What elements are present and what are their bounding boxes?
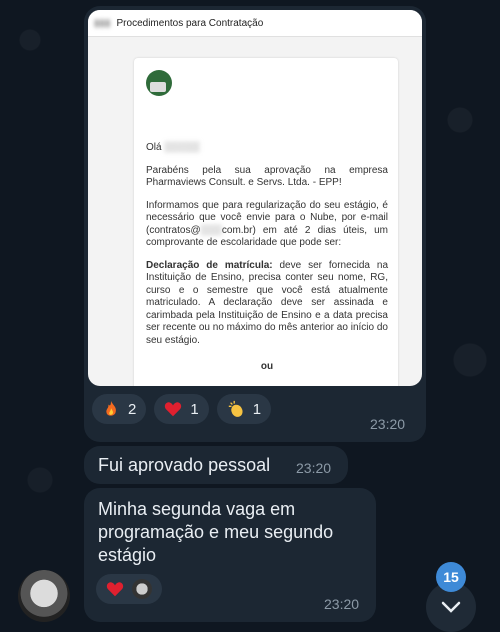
redacted-email: ▒▒▒: [200, 224, 222, 236]
reaction-heart[interactable]: [96, 574, 162, 604]
reaction-fire[interactable]: 2: [92, 394, 147, 424]
reaction-clap[interactable]: 1: [216, 394, 272, 424]
sender-avatar[interactable]: [18, 570, 70, 622]
reaction-heart-count: 1: [190, 400, 199, 418]
doc-header: ▮▮▮ Procedimentos para Contratação: [88, 10, 422, 37]
doc-header-blurred-icon: ▮▮▮: [94, 17, 111, 29]
message-text: Fui aprovado pessoal: [98, 455, 271, 475]
declaracao-text: deve ser fornecida na Instituição de Ens…: [146, 259, 388, 346]
paragraph-declaracao: Declaração de matrícula: deve ser fornec…: [146, 260, 388, 348]
email-text: Olá ▒▒▒▒▒ Parabéns pela sua aprovação na…: [146, 142, 388, 374]
document-screenshot[interactable]: ▮▮▮ Procedimentos para Contratação Olá ▒…: [88, 10, 422, 386]
redacted-name: ▒▒▒▒▒: [164, 142, 200, 153]
heart-icon: [165, 402, 182, 417]
paragraph-info: Informamos que para regularização do seu…: [146, 200, 388, 250]
clap-icon: [228, 400, 243, 417]
text-message[interactable]: Fui aprovado pessoal 23:20: [84, 446, 348, 484]
photo-message[interactable]: ▮▮▮ Procedimentos para Contratação Olá ▒…: [84, 6, 426, 442]
message-text: Minha segunda vaga em programação e meu …: [98, 498, 333, 567]
fire-icon: [106, 400, 116, 416]
text-message[interactable]: Minha segunda vaga em programação e meu …: [84, 488, 376, 622]
reactor-avatar: [132, 579, 152, 599]
declaracao-title: Declaração de matrícula:: [146, 259, 273, 271]
email-body: Olá ▒▒▒▒▒ Parabéns pela sua aprovação na…: [134, 58, 398, 386]
chevron-down-icon: [441, 601, 461, 613]
message-time: 23:20: [324, 596, 360, 612]
message-text-line: Minha segunda vaga em: [98, 499, 296, 519]
paragraph-congrats: Parabéns pela sua aprovação na empresa P…: [146, 164, 388, 189]
company-logo: [146, 70, 172, 96]
unread-badge: 15: [436, 562, 466, 592]
doc-header-title: Procedimentos para Contratação: [116, 17, 264, 29]
reaction-heart[interactable]: 1: [154, 394, 209, 424]
doc-ou: ou: [260, 361, 274, 372]
reaction-fire-count: 2: [128, 400, 137, 418]
message-text-line: programação e meu segundo: [98, 522, 334, 542]
message-time: 23:20: [296, 460, 332, 476]
message-time: 23:20: [370, 416, 406, 432]
greeting: Olá: [146, 142, 162, 153]
heart-icon: [106, 582, 124, 597]
reaction-clap-count: 1: [252, 400, 262, 418]
reactions: 2 1 1: [92, 394, 272, 424]
message-text-line: estágio: [98, 545, 157, 565]
